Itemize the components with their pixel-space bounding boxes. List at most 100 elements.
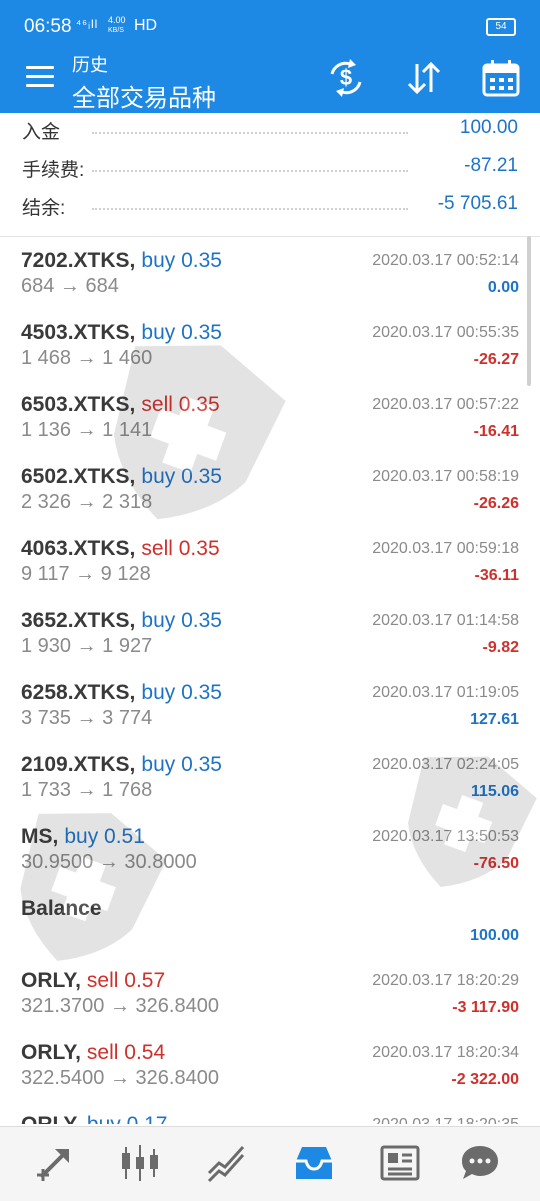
deal-type: sell 0.35 <box>141 537 220 560</box>
battery-icon: 54 <box>486 18 516 36</box>
deal-symbol: MS, <box>21 825 59 848</box>
deal-price: 3 735 → 3 774 <box>21 707 153 729</box>
deal-price: 2 326 → 2 318 <box>21 491 153 513</box>
deal-type: buy 0.35 <box>141 681 222 704</box>
status-time: 06:58 <box>24 16 72 37</box>
deal-row[interactable]: 2109.XTKS, buy 0.35 1 733 → 1 768 2020.03.1… <box>0 740 540 813</box>
deal-title: 2109.XTKS, buy 0.35 <box>21 753 222 777</box>
summary-row-commission: 手续费: -87.21 <box>22 153 518 183</box>
quotes-icon[interactable] <box>33 1141 77 1185</box>
deal-symbol: 7202.XTKS, <box>21 249 136 272</box>
summary-value: -5 705.61 <box>431 193 518 215</box>
status-bar: 06:58 ⁴⁶ᵢll 4.00 KB/S HD 54 <box>0 0 540 50</box>
deal-title: 7202.XTKS, buy 0.35 <box>21 249 222 273</box>
deal-profit: -26.26 <box>473 495 519 512</box>
summary-value: -87.21 <box>458 155 518 177</box>
chat-icon[interactable] <box>458 1141 502 1185</box>
deal-price: 322.5400 → 326.8400 <box>21 1067 219 1089</box>
deal-profit: -16.41 <box>473 423 519 440</box>
scrollbar[interactable] <box>527 236 531 386</box>
deal-row[interactable]: Balance 100.00 <box>0 884 540 957</box>
network-speed-unit: KB/S <box>108 27 124 34</box>
deal-profit: -26.27 <box>473 351 519 368</box>
news-icon[interactable] <box>378 1141 422 1185</box>
deal-symbol: 2109.XTKS, <box>21 753 136 776</box>
deal-time: 2020.03.17 18:20:35 <box>372 1116 519 1124</box>
deal-price: 321.3700 → 326.8400 <box>21 995 219 1017</box>
deal-row[interactable]: MS, buy 0.51 30.9500 → 30.8000 2020.03.17 1… <box>0 812 540 885</box>
deal-row[interactable]: 6503.XTKS, sell 0.35 1 136 → 1 141 2020.03.… <box>0 380 540 453</box>
deal-time: 2020.03.17 00:59:18 <box>372 540 519 557</box>
summary-panel: 入金 100.00 手续费: -87.21 结余: -5 705.61 <box>0 113 540 233</box>
history-icon[interactable] <box>292 1141 336 1185</box>
deal-title: 6258.XTKS, buy 0.35 <box>21 681 222 705</box>
network-speed: 4.00 KB/S <box>108 16 126 35</box>
currency-exchange-icon[interactable]: $ <box>326 58 366 98</box>
deal-type: buy 0.35 <box>141 753 222 776</box>
summary-value: 100.00 <box>453 117 518 139</box>
deal-symbol: ORLY, <box>21 1041 81 1064</box>
deal-history-list[interactable]: ORLY,buy 0.172020.03.17 18:20:35ORLY,sel… <box>0 236 540 1124</box>
deal-symbol: ORLY, <box>21 969 81 992</box>
deal-type: buy 0.35 <box>141 321 222 344</box>
deal-symbol: 4063.XTKS, <box>21 537 136 560</box>
deal-symbol: 6258.XTKS, <box>21 681 136 704</box>
deal-title: Balance <box>21 897 108 921</box>
trade-icon[interactable] <box>205 1141 249 1185</box>
deal-row[interactable]: 3652.XTKS, buy 0.35 1 930 → 1 927 2020.03.1… <box>0 596 540 669</box>
deal-price: 9 117 → 9 128 <box>21 563 151 585</box>
deal-title: 4063.XTKS, sell 0.35 <box>21 537 220 561</box>
deal-type: sell 0.35 <box>141 393 220 416</box>
deal-time: 2020.03.17 00:55:35 <box>372 324 519 341</box>
deal-row[interactable]: 4063.XTKS, sell 0.35 9 117 → 9 128 2020.03.… <box>0 524 540 597</box>
hd-indicator: HD <box>134 17 158 34</box>
deal-profit: 127.61 <box>470 711 519 728</box>
deal-price: 1 930 → 1 927 <box>21 635 153 657</box>
deal-title: 6502.XTKS, buy 0.35 <box>21 465 222 489</box>
deal-type: sell 0.57 <box>86 969 166 992</box>
deal-row[interactable]: ORLY, sell 0.57 321.3700 → 326.8400 2020.03… <box>0 956 540 1029</box>
summary-row-balance: 结余: -5 705.61 <box>22 191 518 221</box>
deal-row[interactable]: ORLY, buy 0.17 2020.03.17 18:20:35 <box>0 1100 540 1124</box>
deal-type: buy 0.35 <box>141 249 222 272</box>
bottom-navigation <box>0 1126 540 1201</box>
deal-profit: 100.00 <box>470 927 519 944</box>
deal-time: 2020.03.17 01:19:05 <box>372 684 519 701</box>
deal-profit: 115.06 <box>470 783 519 800</box>
deal-time: 2020.03.17 00:58:19 <box>372 468 519 485</box>
deal-time: 2020.03.17 18:20:29 <box>372 972 519 989</box>
app-header: 06:58 ⁴⁶ᵢll 4.00 KB/S HD 54 历史 全部交易品种 $ <box>0 0 540 113</box>
deal-row[interactable]: ORLY, sell 0.54 322.5400 → 326.8400 2020.03… <box>0 1028 540 1101</box>
deal-symbol: 3652.XTKS, <box>21 609 136 632</box>
deal-profit: -36.11 <box>474 567 519 584</box>
deal-symbol: ORLY, <box>21 1113 81 1124</box>
deal-row[interactable]: 4503.XTKS, buy 0.35 1 468 → 1 460 2020.03.1… <box>0 308 540 381</box>
menu-button[interactable] <box>26 66 54 88</box>
deal-type: buy 0.35 <box>141 609 222 632</box>
page-title[interactable]: 全部交易品种 <box>72 78 216 113</box>
deal-symbol: 6502.XTKS, <box>21 465 136 488</box>
deal-type: buy 0.51 <box>64 825 145 848</box>
deal-row[interactable]: 6258.XTKS, buy 0.35 3 735 → 3 774 2020.03.1… <box>0 668 540 741</box>
network-signal-icon: ⁴⁶ᵢll <box>76 17 99 31</box>
deal-title: ORLY, buy 0.17 <box>21 1113 168 1124</box>
calendar-icon[interactable] <box>481 58 521 98</box>
summary-label: 入金 <box>22 117 67 144</box>
deal-title: 3652.XTKS, buy 0.35 <box>21 609 222 633</box>
page-subtitle: 历史 <box>72 55 108 75</box>
deal-symbol: Balance <box>21 897 102 920</box>
deal-type: buy 0.35 <box>141 465 222 488</box>
sort-icon[interactable] <box>404 58 444 98</box>
deal-profit: 0.00 <box>487 279 519 296</box>
deal-profit: -9.82 <box>482 639 519 656</box>
deal-price: 30.9500 → 30.8000 <box>21 851 197 873</box>
deal-row[interactable]: 7202.XTKS, buy 0.35 684 → 684 2020.03.17 00… <box>0 236 540 309</box>
deal-row[interactable]: 6502.XTKS, buy 0.35 2 326 → 2 318 2020.03.1… <box>0 452 540 525</box>
network-speed-value: 4.00 <box>108 15 126 25</box>
deal-price: 1 733 → 1 768 <box>21 779 153 801</box>
deal-title: ORLY, sell 0.54 <box>21 1041 165 1065</box>
chart-icon[interactable] <box>118 1141 162 1185</box>
deal-title: ORLY, sell 0.57 <box>21 969 165 993</box>
svg-text:$: $ <box>340 65 352 90</box>
deal-time: 2020.03.17 00:57:22 <box>372 396 519 413</box>
